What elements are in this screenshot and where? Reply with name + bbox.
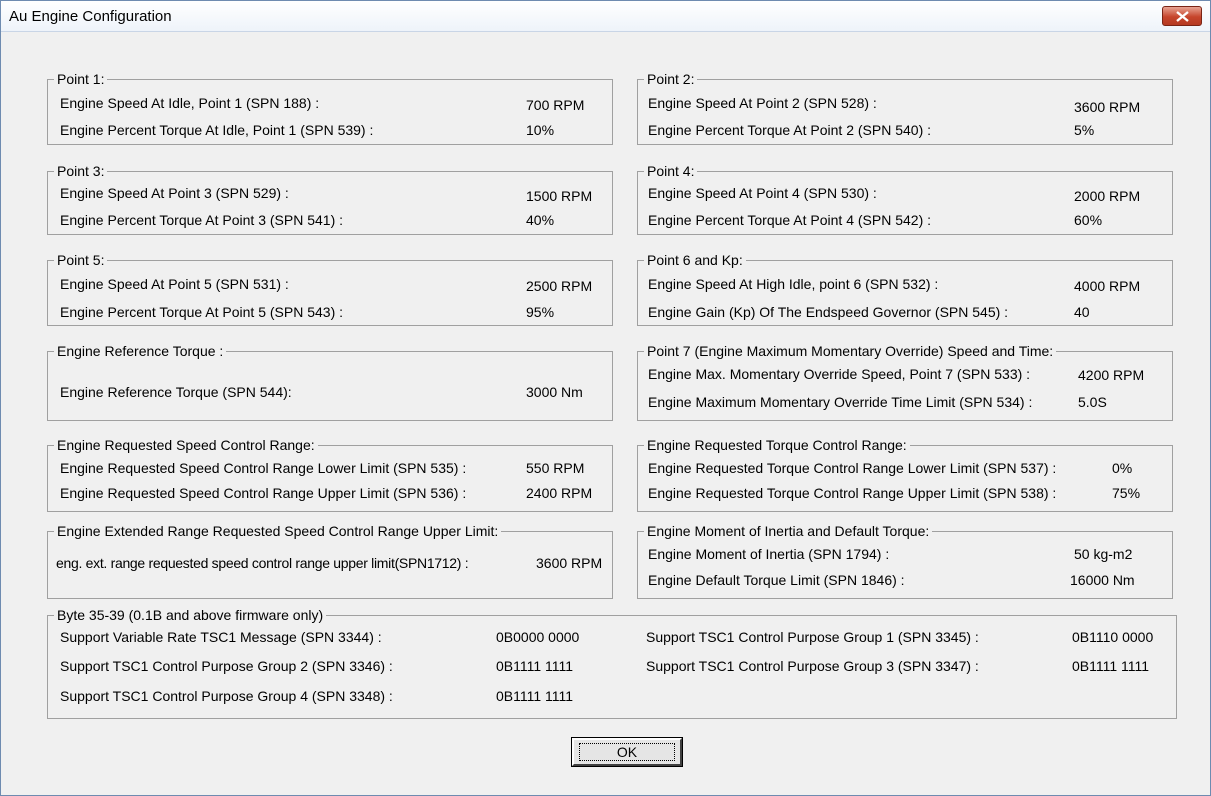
row-label: Support TSC1 Control Purpose Group 4 (SP… [60, 688, 393, 704]
ok-button[interactable]: OK [571, 737, 683, 767]
row-label: Engine Reference Torque (SPN 544): [60, 384, 292, 400]
row-value: 700 RPM [526, 97, 585, 113]
config-dialog: Au Engine Configuration Point 1: Engine … [0, 0, 1211, 796]
row-label: Support TSC1 Control Purpose Group 1 (SP… [646, 629, 979, 645]
window-title: Au Engine Configuration [9, 8, 172, 25]
row-value: 75% [1112, 485, 1141, 501]
row-label: Engine Speed At Idle, Point 1 (SPN 188) … [60, 95, 320, 111]
row-label: Engine Percent Torque At Point 3 (SPN 54… [60, 212, 344, 228]
group-title: Engine Extended Range Requested Speed Co… [54, 523, 502, 539]
close-button[interactable] [1162, 6, 1202, 26]
row-value: 0B1111 1111 [1072, 658, 1150, 674]
row-label: Engine Percent Torque At Point 2 (SPN 54… [648, 122, 932, 138]
row-label: Support TSC1 Control Purpose Group 3 (SP… [646, 658, 979, 674]
row-value: 0% [1112, 460, 1133, 476]
group-title: Point 4: [644, 163, 698, 179]
row-value: 1500 RPM [526, 188, 593, 204]
group-title: Point 7 (Engine Maximum Momentary Overri… [644, 343, 1057, 359]
group-title: Point 3: [54, 163, 108, 179]
row-value: 2000 RPM [1074, 188, 1141, 204]
group-title: Point 6 and Kp: [644, 252, 746, 268]
group-title: Point 1: [54, 71, 108, 87]
row-label: Engine Speed At Point 2 (SPN 528) : [648, 95, 877, 111]
row-label: Engine Default Torque Limit (SPN 1846) : [648, 572, 905, 588]
group-point-2: Point 2: Engine Speed At Point 2 (SPN 52… [637, 71, 1173, 145]
row-value: 0B1111 1111 [496, 688, 574, 704]
row-value: 95% [526, 304, 555, 320]
row-value: 40 [1074, 304, 1090, 320]
row-label: Engine Requested Speed Control Range Upp… [60, 485, 467, 501]
row-label: Engine Percent Torque At Point 4 (SPN 54… [648, 212, 932, 228]
row-value: 0B1110 0000 [1072, 629, 1154, 645]
group-torque-control-range: Engine Requested Torque Control Range: E… [637, 437, 1173, 512]
group-reference-torque: Engine Reference Torque : Engine Referen… [47, 343, 613, 421]
group-point-4: Point 4: Engine Speed At Point 4 (SPN 53… [637, 163, 1173, 235]
group-extended-range: Engine Extended Range Requested Speed Co… [47, 523, 613, 599]
group-title: Engine Requested Torque Control Range: [644, 437, 910, 453]
row-value: 10% [526, 122, 555, 138]
row-value: 2500 RPM [526, 278, 593, 294]
row-value: 40% [526, 212, 555, 228]
row-value: 3000 Nm [526, 384, 583, 400]
row-value: 550 RPM [526, 460, 585, 476]
close-icon [1176, 11, 1189, 22]
row-label: Engine Gain (Kp) Of The Endspeed Governo… [648, 304, 1009, 320]
group-speed-control-range: Engine Requested Speed Control Range: En… [47, 437, 613, 512]
group-title: Engine Requested Speed Control Range: [54, 437, 318, 453]
group-moment-of-inertia: Engine Moment of Inertia and Default Tor… [637, 523, 1173, 599]
group-point-6: Point 6 and Kp: Engine Speed At High Idl… [637, 252, 1173, 326]
row-value: 5.0S [1078, 394, 1107, 410]
row-value: 0B1111 1111 [496, 658, 574, 674]
row-label: Engine Maximum Momentary Override Time L… [648, 394, 1033, 410]
row-value: 50 kg-m2 [1074, 546, 1133, 562]
row-value: 60% [1074, 212, 1103, 228]
row-label: Engine Speed At High Idle, point 6 (SPN … [648, 276, 939, 292]
row-value: 3600 RPM [536, 555, 603, 571]
group-byte-35-39: Byte 35-39 (0.1B and above firmware only… [47, 607, 1177, 719]
group-point-5: Point 5: Engine Speed At Point 5 (SPN 53… [47, 252, 613, 326]
row-label: Engine Percent Torque At Idle, Point 1 (… [60, 122, 374, 138]
row-label: Engine Moment of Inertia (SPN 1794) : [648, 546, 890, 562]
row-label: Support TSC1 Control Purpose Group 2 (SP… [60, 658, 393, 674]
group-title: Point 2: [644, 71, 698, 87]
row-value: 5% [1074, 122, 1095, 138]
row-value: 3600 RPM [1074, 99, 1141, 115]
row-label: Support Variable Rate TSC1 Message (SPN … [60, 629, 382, 645]
group-title: Engine Moment of Inertia and Default Tor… [644, 523, 933, 539]
row-label: Engine Speed At Point 3 (SPN 529) : [60, 185, 289, 201]
row-value: 2400 RPM [526, 485, 593, 501]
group-title: Engine Reference Torque : [54, 343, 227, 359]
title-bar: Au Engine Configuration [1, 1, 1210, 32]
row-label: Engine Requested Torque Control Range Lo… [648, 460, 1057, 476]
ok-button-label: OK [579, 743, 675, 761]
row-label: Engine Requested Speed Control Range Low… [60, 460, 467, 476]
row-value: 4000 RPM [1074, 278, 1141, 294]
row-label: eng. ext. range requested speed control … [56, 555, 469, 571]
row-label: Engine Max. Momentary Override Speed, Po… [648, 366, 1031, 382]
group-point-3: Point 3: Engine Speed At Point 3 (SPN 52… [47, 163, 613, 235]
row-label: Engine Requested Torque Control Range Up… [648, 485, 1057, 501]
row-label: Engine Speed At Point 4 (SPN 530) : [648, 185, 877, 201]
row-value: 16000 Nm [1070, 572, 1135, 588]
group-point-1: Point 1: Engine Speed At Idle, Point 1 (… [47, 71, 613, 145]
row-label: Engine Speed At Point 5 (SPN 531) : [60, 276, 289, 292]
row-value: 4200 RPM [1078, 367, 1145, 383]
group-point-7: Point 7 (Engine Maximum Momentary Overri… [637, 343, 1173, 421]
row-label: Engine Percent Torque At Point 5 (SPN 54… [60, 304, 344, 320]
row-value: 0B0000 0000 [496, 629, 580, 645]
group-title: Point 5: [54, 252, 108, 268]
group-title: Byte 35-39 (0.1B and above firmware only… [54, 607, 327, 623]
